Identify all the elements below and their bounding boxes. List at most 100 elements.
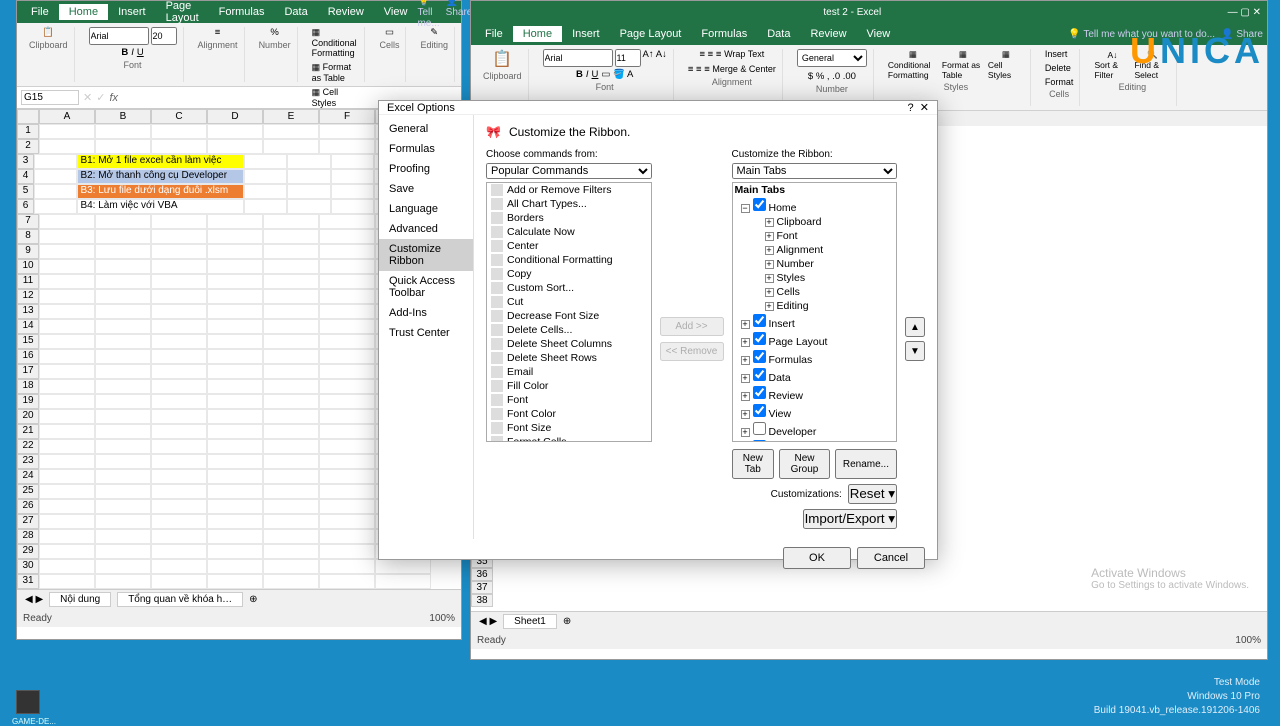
category-language[interactable]: Language bbox=[379, 199, 473, 219]
cell[interactable] bbox=[95, 529, 151, 544]
category-quick-access-toolbar[interactable]: Quick Access Toolbar bbox=[379, 271, 473, 303]
tree-tab-add-ins[interactable]: +Add-Ins bbox=[733, 439, 897, 442]
cell[interactable] bbox=[151, 244, 207, 259]
cell[interactable] bbox=[319, 544, 375, 559]
cell[interactable] bbox=[207, 394, 263, 409]
cell[interactable] bbox=[39, 259, 95, 274]
cell[interactable] bbox=[207, 139, 263, 154]
row-header[interactable]: 6 bbox=[17, 199, 34, 214]
cell[interactable] bbox=[95, 349, 151, 364]
sheet-nav[interactable]: ◀ ▶ bbox=[479, 616, 497, 627]
tab-home[interactable]: Home bbox=[59, 4, 108, 20]
cell[interactable] bbox=[263, 139, 319, 154]
cell[interactable] bbox=[151, 574, 207, 589]
cell[interactable] bbox=[263, 574, 319, 589]
cell[interactable] bbox=[207, 304, 263, 319]
row-header[interactable]: 25 bbox=[17, 484, 39, 499]
row-header[interactable]: 19 bbox=[17, 394, 39, 409]
rename-button[interactable]: Rename... bbox=[835, 449, 897, 479]
cell[interactable] bbox=[263, 349, 319, 364]
cell[interactable] bbox=[263, 319, 319, 334]
cell[interactable] bbox=[263, 439, 319, 454]
reset-button[interactable]: Reset ▾ bbox=[848, 484, 897, 504]
new-tab-button[interactable]: New Tab bbox=[732, 449, 775, 479]
cell[interactable] bbox=[39, 139, 95, 154]
cell[interactable] bbox=[263, 484, 319, 499]
row-header[interactable]: 4 bbox=[17, 169, 34, 184]
cell[interactable] bbox=[95, 274, 151, 289]
row-header[interactable]: 8 bbox=[17, 229, 39, 244]
cell[interactable]: B3: Lưu file dưới dạng đuôi .xlsm bbox=[77, 184, 243, 199]
command-item[interactable]: Cut bbox=[487, 295, 651, 309]
cell[interactable] bbox=[287, 154, 330, 169]
cell[interactable] bbox=[319, 289, 375, 304]
cell[interactable] bbox=[263, 214, 319, 229]
cell[interactable] bbox=[207, 559, 263, 574]
cell[interactable] bbox=[39, 469, 95, 484]
tab-view[interactable]: View bbox=[857, 26, 901, 42]
cell[interactable] bbox=[319, 139, 375, 154]
new-group-button[interactable]: New Group bbox=[779, 449, 830, 479]
cell[interactable] bbox=[319, 214, 375, 229]
command-item[interactable]: Delete Sheet Columns bbox=[487, 337, 651, 351]
cell[interactable] bbox=[207, 409, 263, 424]
tab-file[interactable]: File bbox=[475, 26, 513, 42]
category-trust-center[interactable]: Trust Center bbox=[379, 323, 473, 343]
cell[interactable] bbox=[263, 334, 319, 349]
cell[interactable] bbox=[95, 364, 151, 379]
cell[interactable] bbox=[207, 334, 263, 349]
cell[interactable] bbox=[39, 349, 95, 364]
cell[interactable] bbox=[34, 184, 77, 199]
command-item[interactable]: Borders bbox=[487, 211, 651, 225]
cell[interactable]: B2: Mở thanh công cụ Developer bbox=[77, 169, 243, 184]
cell[interactable] bbox=[95, 139, 151, 154]
cell[interactable]: B4: Làm việc với VBA bbox=[77, 199, 243, 214]
col-header[interactable]: A bbox=[39, 109, 95, 124]
cell[interactable] bbox=[331, 184, 374, 199]
move-down-button[interactable]: ▼ bbox=[905, 341, 925, 361]
row-header[interactable]: 29 bbox=[17, 544, 39, 559]
row-header[interactable]: 7 bbox=[17, 214, 39, 229]
cell[interactable] bbox=[151, 499, 207, 514]
cell[interactable] bbox=[39, 559, 95, 574]
row-header[interactable]: 37 bbox=[471, 581, 493, 594]
cell[interactable] bbox=[207, 529, 263, 544]
cell[interactable] bbox=[207, 514, 263, 529]
cell[interactable] bbox=[95, 439, 151, 454]
cell[interactable] bbox=[287, 199, 330, 214]
cell[interactable] bbox=[151, 124, 207, 139]
category-add-ins[interactable]: Add-Ins bbox=[379, 303, 473, 323]
cell[interactable] bbox=[95, 514, 151, 529]
cell[interactable] bbox=[244, 169, 287, 184]
row-header[interactable]: 12 bbox=[17, 289, 39, 304]
cell[interactable] bbox=[39, 394, 95, 409]
cell[interactable] bbox=[207, 424, 263, 439]
cell[interactable] bbox=[95, 289, 151, 304]
cell[interactable] bbox=[207, 214, 263, 229]
row-header[interactable]: 1 bbox=[17, 124, 39, 139]
tree-tab-view[interactable]: +View bbox=[733, 403, 897, 421]
cell[interactable] bbox=[151, 394, 207, 409]
cell[interactable] bbox=[95, 124, 151, 139]
sort-filter[interactable]: A↓Sort & Filter bbox=[1094, 50, 1130, 80]
commands-listbox[interactable]: Add or Remove FiltersAll Chart Types...B… bbox=[486, 182, 652, 442]
cell[interactable] bbox=[319, 394, 375, 409]
add-button[interactable]: Add >> bbox=[660, 317, 724, 336]
cancel-button[interactable]: Cancel bbox=[857, 547, 925, 569]
cell[interactable] bbox=[319, 559, 375, 574]
cell[interactable] bbox=[151, 469, 207, 484]
cell[interactable] bbox=[39, 304, 95, 319]
cell[interactable] bbox=[39, 454, 95, 469]
category-general[interactable]: General bbox=[379, 119, 473, 139]
cell[interactable] bbox=[319, 499, 375, 514]
cell[interactable] bbox=[151, 379, 207, 394]
cell[interactable] bbox=[207, 364, 263, 379]
row-header[interactable]: 5 bbox=[17, 184, 34, 199]
cell[interactable] bbox=[34, 169, 77, 184]
cell[interactable] bbox=[95, 559, 151, 574]
command-item[interactable]: Font bbox=[487, 393, 651, 407]
cell[interactable] bbox=[95, 469, 151, 484]
row-header[interactable]: 16 bbox=[17, 349, 39, 364]
category-proofing[interactable]: Proofing bbox=[379, 159, 473, 179]
cell-styles[interactable]: ▦Cell Styles bbox=[988, 49, 1024, 80]
